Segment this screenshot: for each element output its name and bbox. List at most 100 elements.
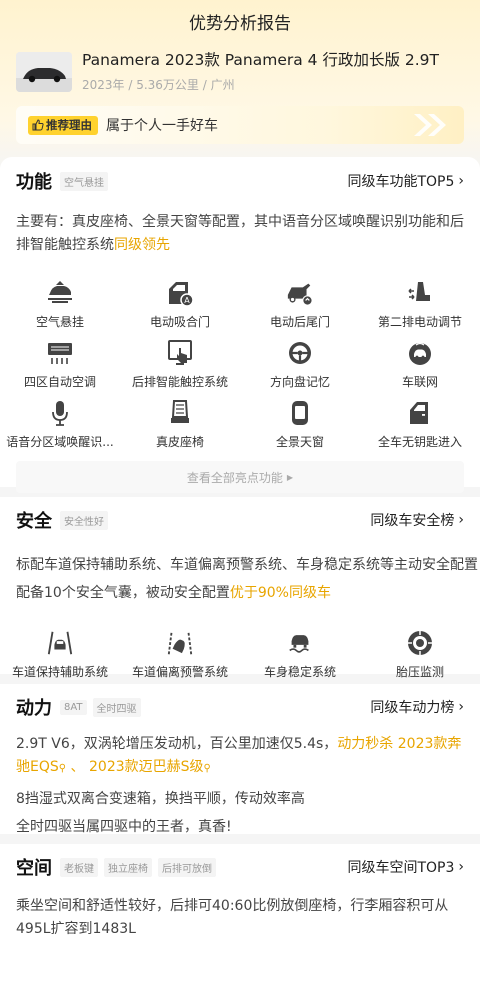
feature-tire-pressure[interactable]: 胎压监测 (360, 629, 480, 689)
space-link-label: 同级车空间TOP3 (347, 860, 455, 876)
feature-label: 电动吸合门 (149, 315, 210, 329)
function-top5-link[interactable]: 同级车功能TOP5 › (347, 171, 464, 191)
feature-label: 车联网 (401, 375, 438, 389)
power-line-2: 8挡湿式双离合变速箱，换挡平顺，传动效率高 (16, 791, 305, 807)
safety-highlight: 优于90%同级车 (229, 585, 331, 601)
feature-climate-control[interactable]: 四区自动空调 (0, 339, 120, 399)
safety-card: 安全 安全性好 同级车安全榜 › 标配车道保持辅助系统、车道偏离预警系统、车身稳… (0, 497, 480, 679)
space-top3-link[interactable]: 同级车空间TOP3 › (347, 857, 464, 877)
safety-line-1: 标配车道保持辅助系统、车道偏离预警系统、车身稳定系统等主动安全配置 (16, 557, 478, 573)
stability-control-icon (286, 629, 314, 657)
reason-badge-label: 推荐理由 (46, 118, 92, 132)
space-description: 乘坐空间和舒适性较好，后排可40:60比例放倒座椅，行李厢容积可从495L扩容到… (16, 898, 449, 937)
power-tailgate-icon (286, 279, 314, 307)
function-header: 功能 空气悬挂 同级车功能TOP5 › (0, 169, 480, 193)
feature-air-suspension[interactable]: 空气悬挂 (0, 279, 120, 339)
safety-title: 安全 (16, 511, 52, 532)
feature-label: 车身稳定系统 (263, 665, 336, 679)
chevron-right-icon: › (458, 859, 464, 875)
search-icon: ⚲ (58, 763, 67, 774)
feature-second-row-seat[interactable]: 第二排电动调节 (360, 279, 480, 339)
soft-close-door-icon: A (166, 279, 194, 307)
power-tag: 全时四驱 (92, 697, 141, 717)
climate-control-icon (46, 339, 74, 367)
function-desc-text: 主要有：真皮座椅、全景天窗等配置，其中语音分区域唤醒识别功能和后排智能触控系统 (16, 214, 464, 253)
svg-text:A: A (184, 296, 190, 305)
feature-soft-close-door[interactable]: A 电动吸合门 (120, 279, 240, 339)
feature-stability-control[interactable]: 车身稳定系统 (240, 629, 360, 689)
feature-label: 车道偏离预警系统 (131, 665, 228, 679)
car-summary[interactable]: Panamera 2023款 Panamera 4 行政加长版 2.9T 202… (0, 42, 480, 100)
compare-maybach-link[interactable]: 2023款迈巴赫S级⚲ (89, 759, 211, 775)
keyless-entry-icon (406, 399, 434, 427)
car-meta: 2023年 / 5.36万公里 / 广州 (82, 78, 235, 92)
feature-label: 全景天窗 (275, 435, 324, 449)
page-title: 优势分析报告 (189, 13, 291, 34)
safety-line-2: 配备10个安全气囊，被动安全配置优于90%同级车 (16, 579, 464, 607)
feature-label: 四区自动空调 (23, 375, 96, 389)
panoramic-sunroof-icon (286, 399, 314, 427)
safety-header: 安全 安全性好 同级车安全榜 › (0, 508, 480, 532)
feature-keyless-entry[interactable]: 全车无钥匙进入 (360, 399, 480, 459)
feature-lane-departure[interactable]: 车道偏离预警系统 (120, 629, 240, 689)
tire-pressure-icon (406, 629, 434, 657)
car-name: Panamera 2023款 Panamera 4 行政加长版 2.9T (82, 51, 440, 69)
feature-steering-memory[interactable]: 方向盘记忆 (240, 339, 360, 399)
feature-panoramic-sunroof[interactable]: 全景天窗 (240, 399, 360, 459)
car-info: Panamera 2023款 Panamera 4 行政加长版 2.9T 202… (82, 48, 439, 100)
space-header: 空间 老板键 独立座椅 后排可放倒 同级车空间TOP3 › (0, 855, 480, 879)
feature-label: 真皮座椅 (155, 435, 204, 449)
function-tag: 空气悬挂 (60, 171, 108, 191)
safety-ranking-link[interactable]: 同级车安全榜 › (370, 510, 464, 530)
feature-label: 方向盘记忆 (269, 375, 330, 389)
thumb-up-icon (32, 119, 44, 131)
power-header: 动力 8AT 全时四驱 同级车动力榜 › (0, 695, 480, 719)
car-thumbnail (16, 52, 72, 92)
feature-label: 第二排电动调节 (377, 315, 462, 329)
chevron-right-icon: › (458, 173, 464, 189)
top-bar: 优势分析报告 (0, 0, 480, 42)
feature-voice-recognition[interactable]: 语音分区域唤醒识... (0, 399, 120, 459)
view-all-features-button[interactable]: 查看全部亮点功能 ▶ (16, 461, 464, 493)
rear-touch-control-icon (166, 339, 194, 367)
function-desc-highlight: 同级领先 (114, 237, 170, 253)
feature-label: 胎压监测 (395, 665, 444, 679)
safety-line-2-text: 配备10个安全气囊，被动安全配置 (16, 585, 230, 601)
lane-keep-icon (46, 629, 74, 657)
feature-label: 车道保持辅助系统 (11, 665, 108, 679)
chevron-right-icon: › (458, 512, 464, 528)
safety-feature-grid: 车道保持辅助系统 车道偏离预警系统 车身稳定系统 胎压监测 (0, 629, 480, 689)
power-card: 动力 8AT 全时四驱 同级车动力榜 › 2.9T V6，双涡轮增压发动机，百公… (0, 684, 480, 835)
function-link-label: 同级车功能TOP5 (347, 174, 455, 190)
feature-label: 全车无钥匙进入 (377, 435, 462, 449)
power-line-1: 2.9T V6，双涡轮增压发动机，百公里加速仅5.4s，动力秒杀 2023款奔驰… (0, 733, 480, 780)
feature-leather-seat[interactable]: 真皮座椅 (120, 399, 240, 459)
power-line-1-text: 2.9T V6，双涡轮增压发动机，百公里加速仅5.4s， (16, 736, 338, 752)
power-tag: 8AT (60, 699, 87, 715)
report-page: 优势分析报告 Panamera 2023款 Panamera 4 行政加长版 2… (0, 0, 480, 986)
triangle-right-icon: ▶ (286, 472, 294, 482)
power-line-3: 全时四驱当属四驱中的王者，真香! (16, 819, 232, 835)
feature-label: 空气悬挂 (35, 315, 84, 329)
safety-tag: 安全性好 (60, 510, 108, 530)
feature-lane-keep[interactable]: 车道保持辅助系统 (0, 629, 120, 689)
power-link-label: 同级车动力榜 (370, 700, 455, 716)
feature-power-tailgate[interactable]: 电动后尾门 (240, 279, 360, 339)
space-tag: 老板键 (60, 857, 98, 877)
function-feature-grid: 空气悬挂 A 电动吸合门 电动后尾门 第二排电动调节 四区自动空调 后排智能触控… (0, 279, 480, 459)
lane-departure-icon (166, 629, 194, 657)
space-tag: 独立座椅 (104, 857, 152, 877)
steering-wheel-icon (286, 339, 314, 367)
feature-connected-car[interactable]: 车联网 (360, 339, 480, 399)
space-card: 空间 老板键 独立座椅 后排可放倒 同级车空间TOP3 › 乘坐空间和舒适性较好… (0, 844, 480, 986)
recommend-reason: 推荐理由 属于个人一手好车 (16, 106, 464, 144)
feature-rear-touch-control[interactable]: 后排智能触控系统 (120, 339, 240, 399)
power-separator: 、 (66, 759, 89, 775)
feature-label: 语音分区域唤醒识... (6, 435, 114, 449)
function-card: 功能 空气悬挂 同级车功能TOP5 › 主要有：真皮座椅、全景天窗等配置，其中语… (0, 157, 480, 493)
space-tag: 后排可放倒 (158, 857, 216, 877)
power-ranking-link[interactable]: 同级车动力榜 › (370, 697, 464, 717)
safety-link-label: 同级车安全榜 (370, 513, 455, 529)
chevron-decoration-icon (414, 114, 446, 136)
reason-badge: 推荐理由 (28, 115, 98, 135)
